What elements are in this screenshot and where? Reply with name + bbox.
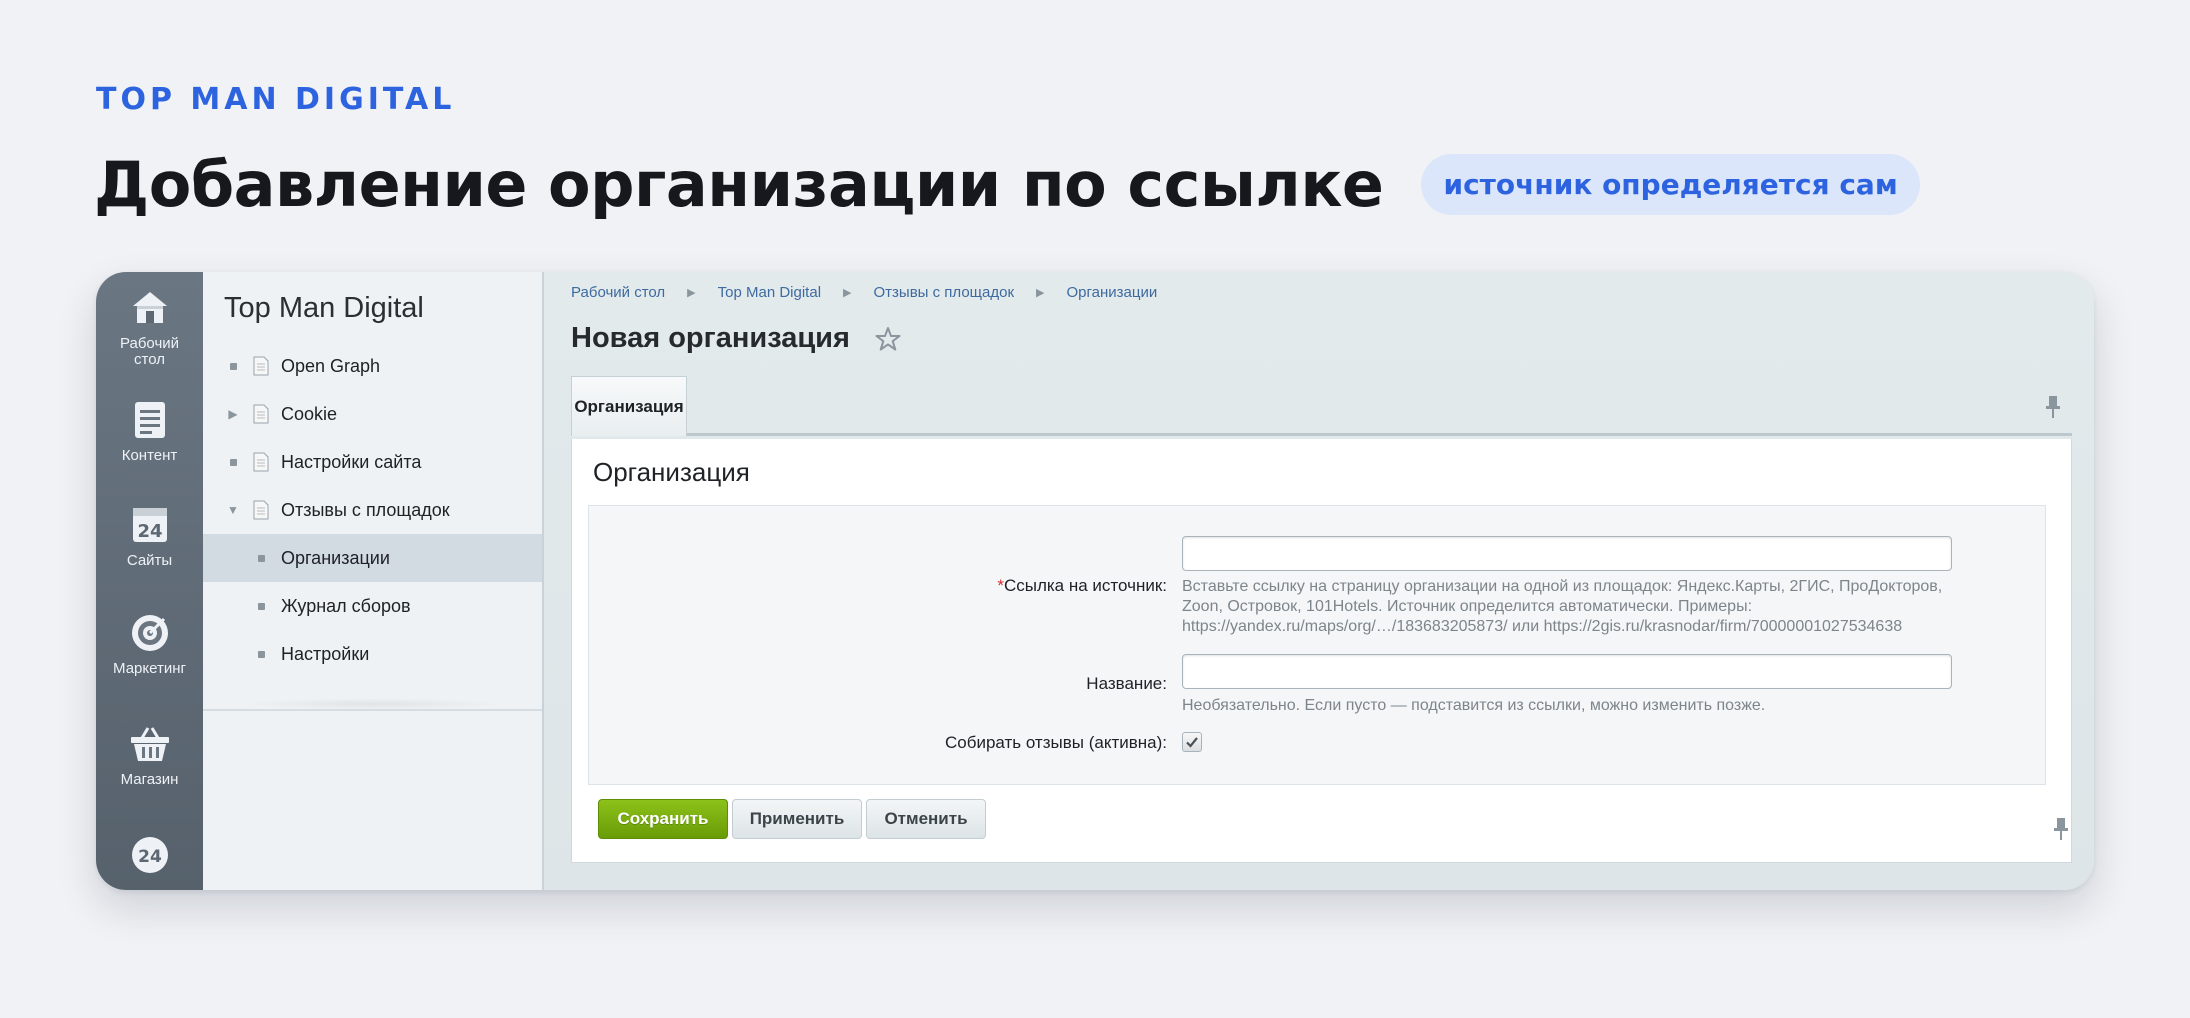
breadcrumb-link-desktop[interactable]: Рабочий стол	[571, 284, 665, 301]
tree-divider	[203, 709, 542, 711]
clock-24-icon: 24	[131, 836, 168, 873]
pin-icon[interactable]	[2052, 816, 2070, 842]
page-icon	[253, 500, 269, 520]
breadcrumb-arrow-icon: ▶	[843, 287, 852, 299]
expand-arrow-icon[interactable]: ▶	[227, 407, 239, 421]
source-link-hint: Вставьте ссылку на страницу организации …	[1182, 577, 1942, 637]
rail-label-sites: Сайты	[126, 551, 173, 569]
source-hint-line: Вставьте ссылку на страницу организации …	[1182, 578, 1943, 595]
name-hint: Необязательно. Если пусто — подставится …	[1182, 697, 1766, 714]
name-label: Название:	[1086, 674, 1167, 693]
pin-icon[interactable]	[2044, 394, 2062, 420]
rail-label-content: Контент	[121, 446, 178, 464]
rail-item-desktop[interactable]: Рабочий стол	[96, 286, 203, 398]
left-icon-rail: Рабочий стол Контент 24 Сайты Маркетинг …	[96, 272, 203, 890]
favorite-star-icon[interactable]	[874, 325, 902, 353]
cancel-button[interactable]: Отменить	[866, 799, 986, 839]
source-link-label-text: Ссылка на источник:	[1003, 576, 1167, 595]
active-label: Собирать отзывы (активна):	[944, 733, 1167, 752]
badge-pill: источник определяется сам	[1421, 154, 1920, 215]
tree-item-settings[interactable]: Настройки	[203, 630, 542, 678]
name-input[interactable]	[1182, 654, 1952, 689]
tree-item-collection-log[interactable]: Журнал сборов	[203, 582, 542, 630]
source-hint-line: https://yandex.ru/maps/org/…/18368320587…	[1182, 618, 1903, 635]
headline: Добавление организации по ссылке	[94, 148, 1384, 221]
form-box: *Ссылка на источник: Вставьте ссылку на …	[588, 505, 2046, 785]
page-icon	[253, 452, 269, 472]
bullet-icon	[255, 552, 267, 564]
bullet-icon	[227, 456, 239, 468]
collapse-arrow-icon[interactable]: ▼	[227, 503, 239, 517]
rail-item-marketing[interactable]: Маркетинг	[96, 611, 203, 722]
rail-item-shop[interactable]: Магазин	[96, 722, 203, 833]
bullet-icon	[255, 648, 267, 660]
tree-item-cookie[interactable]: ▶ Cookie	[203, 390, 542, 438]
page-icon	[253, 404, 269, 424]
rail-item-content[interactable]: Контент	[96, 398, 203, 503]
basket-icon	[130, 727, 169, 762]
rail-label-desktop: Рабочий стол	[119, 335, 180, 368]
page-title: Новая организация	[571, 322, 850, 354]
tree-item-label: Cookie	[281, 403, 338, 424]
save-button[interactable]: Сохранить	[598, 799, 728, 839]
source-link-input[interactable]	[1182, 536, 1952, 571]
tree-title: Top Man Digital	[224, 292, 424, 324]
form-panel: Организация *Ссылка на источник: Вставьт…	[571, 439, 2072, 863]
tree-item-label: Настройки сайта	[281, 451, 422, 472]
active-checkbox[interactable]	[1182, 732, 1202, 752]
source-hint-line: Zoon, Островок, 101Hotels. Источник опре…	[1182, 598, 1753, 615]
rail-item-sites[interactable]: 24 Сайты	[96, 503, 203, 612]
tree-item-label: Настройки	[281, 643, 370, 664]
tab-bar: Организация	[571, 376, 2072, 436]
section-tree: Top Man Digital Open Graph ▶ Cookie Наст	[203, 272, 544, 890]
tree-item-organizations[interactable]: Организации	[203, 534, 542, 582]
bullet-icon	[255, 600, 267, 612]
breadcrumb-link-site[interactable]: Top Man Digital	[718, 284, 821, 301]
tab-organization[interactable]: Организация	[571, 376, 687, 436]
home-icon	[132, 292, 167, 323]
admin-window: Рабочий стол Контент 24 Сайты Маркетинг …	[96, 272, 2094, 890]
rail-label-marketing: Маркетинг	[113, 660, 186, 678]
headline-row: Добавление организации по ссылке источни…	[94, 148, 1920, 221]
svg-text:24: 24	[138, 847, 162, 867]
source-link-label: *Ссылка на источник:	[997, 576, 1167, 596]
main-content: Рабочий стол ▶ Top Man Digital ▶ Отзывы …	[544, 272, 2094, 890]
section-title: Организация	[593, 457, 750, 487]
apply-button[interactable]: Применить	[732, 799, 862, 839]
target-icon	[131, 615, 168, 652]
bullet-icon	[227, 360, 239, 372]
tree-item-label: Отзывы с площадок	[281, 499, 450, 520]
tree-item-site-settings[interactable]: Настройки сайта	[203, 438, 542, 486]
brand-label: TOP MAN DIGITAL	[96, 82, 456, 117]
tree-item-label: Open Graph	[281, 355, 381, 376]
checkmark-icon	[1186, 737, 1198, 748]
rail-label-shop: Магазин	[120, 771, 179, 789]
document-icon	[134, 401, 165, 438]
breadcrumb-arrow-icon: ▶	[1036, 287, 1045, 299]
tree-item-reviews[interactable]: ▼ Отзывы с площадок	[203, 486, 542, 534]
breadcrumb-arrow-icon: ▶	[687, 287, 696, 299]
breadcrumb-link-organizations[interactable]: Организации	[1066, 284, 1157, 301]
tree-item-label: Журнал сборов	[281, 595, 411, 616]
tree-item-label: Организации	[281, 547, 390, 568]
calendar-24-icon: 24	[132, 507, 167, 542]
rail-item-24[interactable]: 24	[96, 833, 203, 890]
breadcrumb: Рабочий стол ▶ Top Man Digital ▶ Отзывы …	[571, 284, 1157, 301]
page-icon	[253, 356, 269, 376]
required-mark: *	[997, 576, 1004, 595]
tree-item-open-graph[interactable]: Open Graph	[203, 342, 542, 390]
svg-text:24: 24	[137, 521, 162, 542]
breadcrumb-link-reviews[interactable]: Отзывы с площадок	[874, 284, 1015, 301]
